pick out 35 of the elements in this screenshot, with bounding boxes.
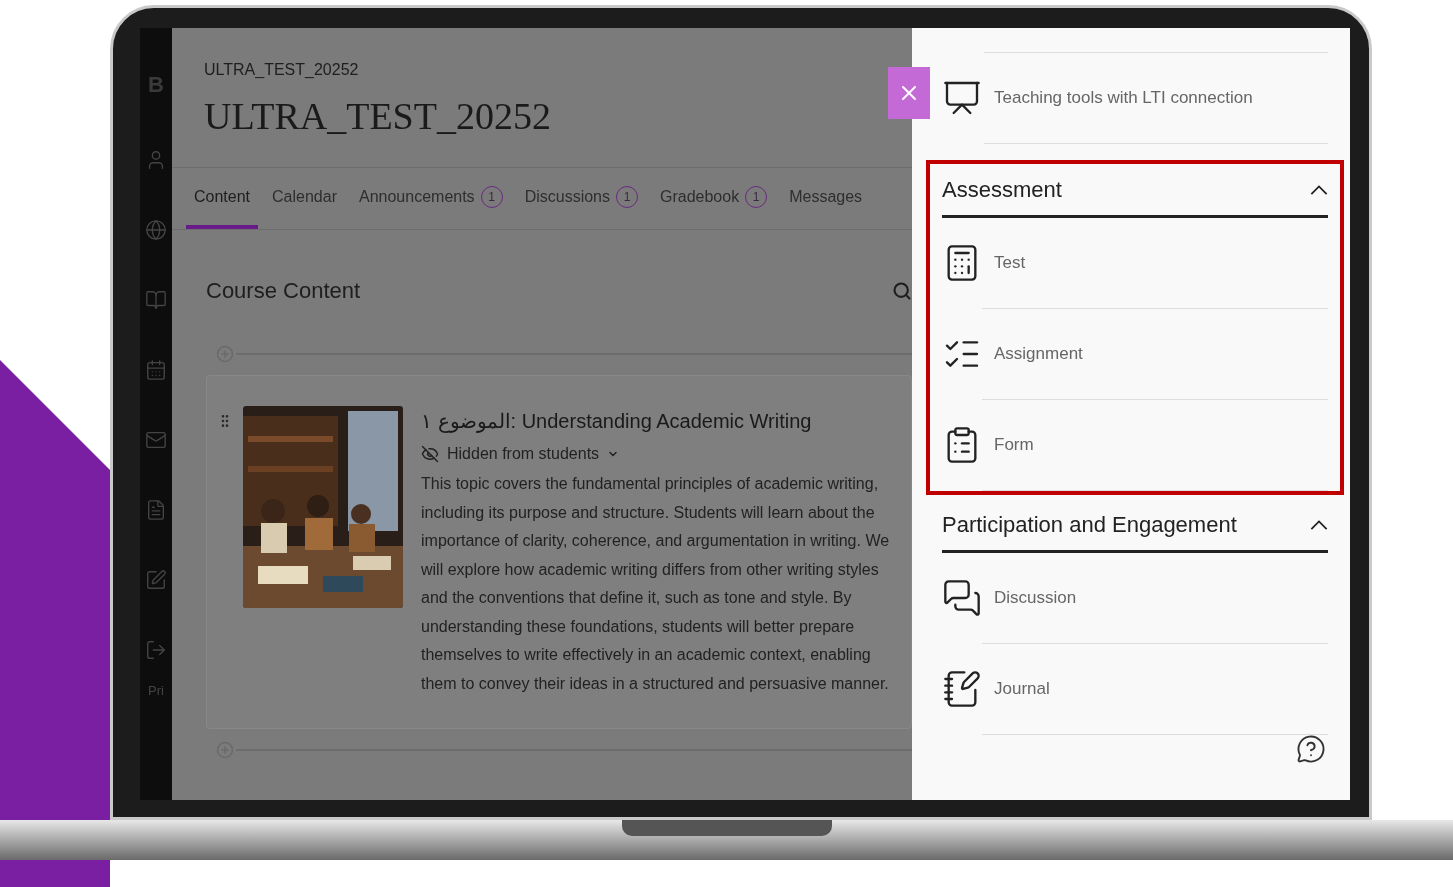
close-button[interactable]: [888, 67, 930, 119]
logout-icon[interactable]: [145, 639, 167, 661]
search-icon[interactable]: [892, 280, 912, 301]
book-icon[interactable]: [145, 289, 167, 311]
hidden-eye-icon: [421, 445, 439, 463]
notebook-pen-icon: [942, 669, 982, 709]
help-icon[interactable]: [1296, 734, 1326, 764]
panel-item[interactable]: Assignment: [942, 309, 1328, 399]
tab[interactable]: Discussions 1: [516, 168, 646, 229]
globe-icon[interactable]: [145, 219, 167, 241]
tab[interactable]: Gradebook 1: [652, 168, 776, 229]
panel-item[interactable]: Teaching tools with LTI connection: [942, 53, 1328, 143]
chevron-up-icon: [1310, 184, 1328, 195]
tab[interactable]: Calendar: [264, 168, 345, 229]
chevron-up-icon: [1310, 519, 1328, 530]
tab[interactable]: Content: [186, 168, 259, 229]
panel-item[interactable]: Test: [942, 218, 1328, 308]
visibility-dropdown[interactable]: Hidden from students: [421, 442, 891, 466]
section-toggle[interactable]: Assessment: [942, 164, 1328, 218]
course-code: ULTRA_TEST_20252: [204, 60, 360, 80]
course-title: ULTRA_TEST_20252: [204, 94, 552, 139]
calendar-icon[interactable]: [145, 359, 167, 381]
tab[interactable]: Announcements 1: [351, 168, 511, 229]
section-toggle[interactable]: Participation and Engagement: [942, 499, 1328, 553]
item-title[interactable]: الموضوع ١: Understanding Academic Writing: [421, 406, 891, 436]
item-description: This topic covers the fundamental principles of academic writing, including its purpose and structure. Students will learn about the importance of clarity, coherence, and argumentation in writing. We will explore how academic writing differs from other writing styles and the conventions that define it, such as tone and style. By understanding these foundations, students will better prepare themselves to write effectively in an academic context, enabling them to convey their ideas in a structured and persuasive manner.: [421, 474, 891, 694]
document-icon[interactable]: [145, 499, 167, 521]
edit-icon[interactable]: [145, 569, 167, 591]
section-heading: Course Content: [206, 277, 361, 305]
mail-icon[interactable]: [145, 429, 167, 451]
panel-item[interactable]: Journal: [942, 644, 1328, 734]
chat-bubbles-icon: [942, 578, 982, 618]
tab[interactable]: Messages: [781, 168, 871, 229]
panel-item[interactable]: Form: [942, 400, 1328, 490]
panel-item[interactable]: Discussion: [942, 553, 1328, 643]
